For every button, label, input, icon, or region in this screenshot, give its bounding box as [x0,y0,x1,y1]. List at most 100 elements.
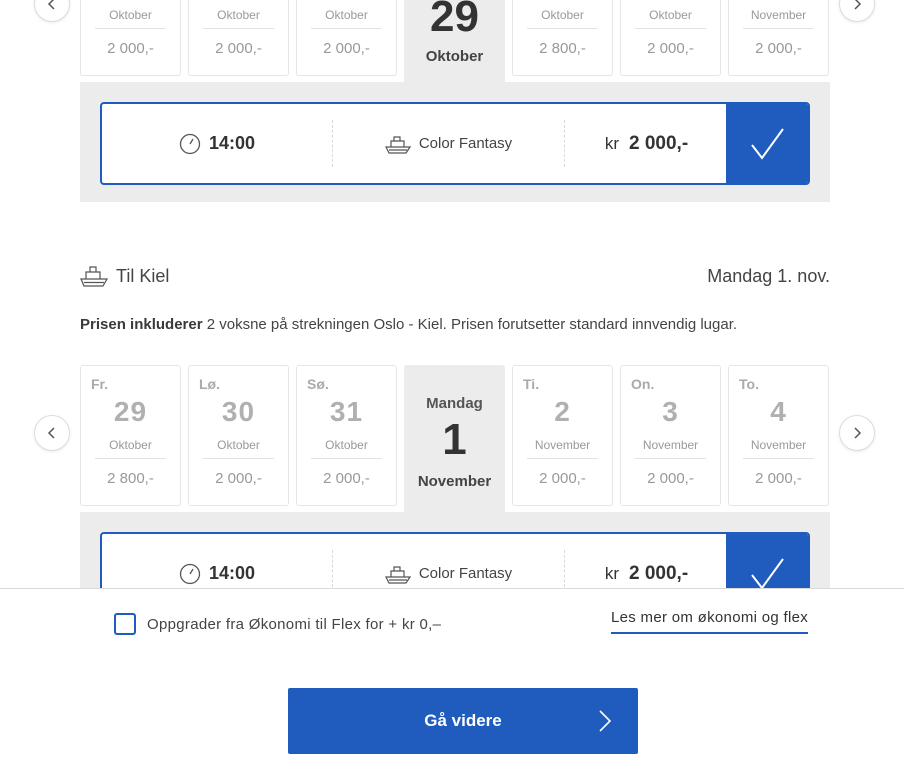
continue-button[interactable]: Gå videre [288,688,638,754]
next-date-button[interactable] [839,415,875,451]
card-month: Oktober [325,8,368,22]
ship-name: Color Fantasy [418,135,513,152]
next-date-button[interactable] [839,0,875,22]
card-month: November [642,438,699,452]
chevron-left-icon [47,427,55,439]
card-month: Oktober [217,8,260,22]
divider [95,458,166,459]
selected-weekday: Mandag [426,395,483,412]
travel-date: Mandag 1. nov. [707,266,830,286]
selected-month: November [417,473,492,490]
card-price: 2 000,- [755,40,802,57]
date-card[interactable]: Ti. 2 November 2 000,- [512,365,613,506]
card-price: 2 000,- [755,470,802,487]
currency-label: kr [604,563,619,583]
card-month: Oktober [649,8,692,22]
card-price: 2 000,- [215,470,262,487]
clock-icon [179,563,201,584]
divider [527,458,598,459]
divider [527,28,598,29]
card-month: Oktober [541,8,584,22]
date-card[interactable]: Oktober 2 800,- [512,0,613,76]
date-card[interactable]: Oktober 2 000,- [188,0,289,76]
date-card[interactable]: Fr. 29 Oktober 2 800,- [80,365,181,506]
includes-label: Prisen inkluderer [80,316,203,333]
card-day: 4 [770,396,787,427]
prev-date-button[interactable] [34,0,70,22]
chevron-right-icon [599,710,612,732]
card-month: Oktober [109,438,152,452]
upgrade-checkbox[interactable] [114,613,136,635]
divider [743,458,814,459]
date-card[interactable]: November 2 000,- [728,0,829,76]
trip-price: 2 000,- [629,132,689,154]
chevron-right-icon [854,0,862,10]
date-card[interactable]: Oktober 2 000,- [620,0,721,76]
divider [635,458,706,459]
checkmark-icon [751,557,784,590]
card-month: Oktober [109,8,152,22]
read-more-link[interactable]: Les mer om økonomi og flex [611,609,809,634]
date-card[interactable]: Sø. 31 Oktober 2 000,- [296,365,397,506]
divider [311,458,382,459]
upgrade-label: Oppgrader fra Økonomi til Flex for + kr … [147,616,442,633]
divider [95,28,166,29]
date-card[interactable]: Lø. 30 Oktober 2 000,- [188,365,289,506]
date-card[interactable]: To. 4 November 2 000,- [728,365,829,506]
card-weekday: On. [631,376,655,392]
card-month: November [750,438,807,452]
selected-date-card[interactable]: 29 Oktober [404,0,505,82]
card-price: 2 800,- [539,40,586,57]
date-card[interactable]: Oktober 2 000,- [80,0,181,76]
ship-icon [384,135,411,154]
clock-icon [179,133,201,154]
trip-price: 2 000,- [629,562,689,584]
chevron-right-icon [854,427,862,439]
card-weekday: Ti. [523,376,540,392]
card-month: November [534,438,591,452]
select-trip-button[interactable] [726,104,808,183]
continue-label: Gå videre [424,711,502,730]
card-price: 2 000,- [107,40,154,57]
includes-details: 2 voksne på strekningen Oslo - Kiel. Pri… [202,316,738,333]
card-price: 2 000,- [647,40,694,57]
card-day: 30 [221,396,256,427]
card-price: 2 000,- [323,470,370,487]
card-day: 29 [113,396,148,427]
date-card[interactable]: Oktober 2 000,- [296,0,397,76]
card-price: 2 000,- [647,470,694,487]
card-weekday: Lø. [199,376,220,392]
card-price: 2 800,- [107,470,154,487]
destination-title: Til Kiel [116,266,170,286]
card-day: 31 [329,396,364,427]
card-month: November [750,8,807,22]
trip-option[interactable]: 14:00 Color Fantasy kr 2 000,- [100,102,810,185]
card-price: 2 000,- [215,40,262,57]
card-day: 3 [662,396,679,427]
departure-time: 14:00 [208,563,256,583]
date-card[interactable]: On. 3 November 2 000,- [620,365,721,506]
trip-panel: 14:00 Color Fantasy kr 2 000,- [80,82,830,202]
divider [203,28,274,29]
price-cell: kr 2 000,- [565,104,728,183]
price-includes-text: Prisen inkluderer 2 voksne på strekninge… [80,316,737,333]
ship-name: Color Fantasy [418,565,513,582]
card-weekday: Fr. [91,376,109,392]
time-cell: 14:00 [102,104,332,183]
prev-date-button[interactable] [34,415,70,451]
selected-date-card[interactable]: Mandag 1 November [404,365,505,513]
card-price: 2 000,- [539,470,586,487]
currency-label: kr [604,133,619,153]
card-month: Oktober [217,438,260,452]
checkmark-icon [751,127,784,160]
card-weekday: Sø. [307,376,329,392]
ship-cell: Color Fantasy [333,104,564,183]
selected-month: Oktober [425,48,484,65]
ship-icon [80,266,108,287]
divider [311,28,382,29]
card-month: Oktober [325,438,368,452]
divider [203,458,274,459]
departure-time: 14:00 [208,133,256,153]
card-price: 2 000,- [323,40,370,57]
ship-icon [384,565,411,584]
